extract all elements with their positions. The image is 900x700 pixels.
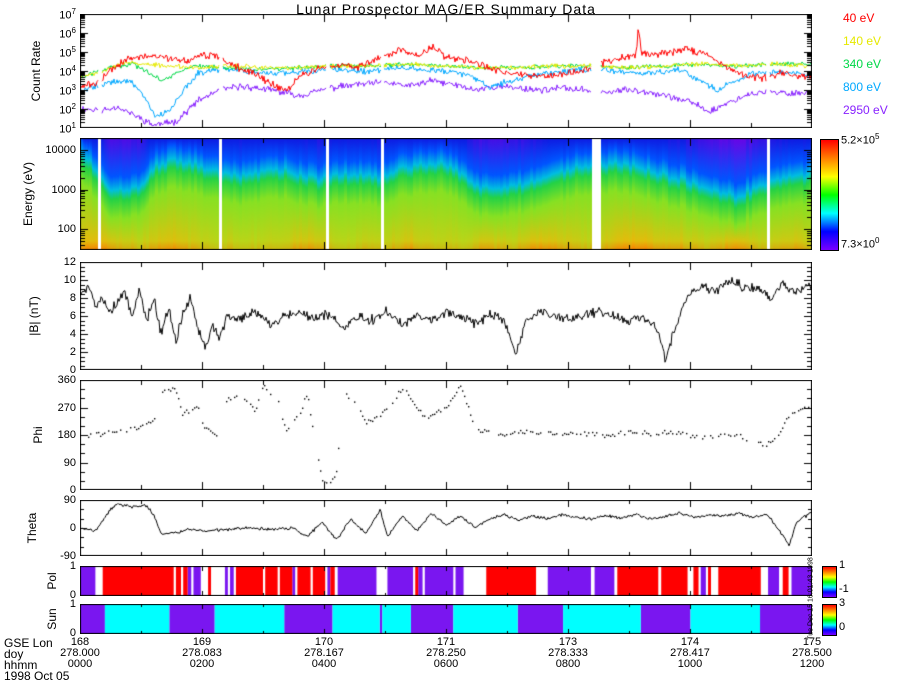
pol-colorbar — [822, 566, 837, 598]
tick-label: 180 — [57, 429, 76, 441]
tick-label: 1000 — [677, 658, 703, 670]
pol-strip — [80, 566, 812, 596]
tick-label: 1 — [69, 598, 76, 610]
tick-label: 100 — [57, 223, 76, 236]
tick-label: 90 — [63, 494, 76, 506]
tick-label: 270 — [57, 401, 76, 414]
tick-label: 106 — [59, 26, 76, 41]
legend-40ev: 40 eV — [843, 11, 875, 25]
sun-colorbar — [822, 604, 837, 636]
xaxis-date: 1998 Oct 05 — [4, 669, 70, 683]
tick-label: 5.2×105 — [841, 132, 880, 147]
bmag-axis-label: |B| (nT) — [27, 296, 41, 336]
theta-axis-label: Theta — [25, 512, 39, 544]
tick-label: 6 — [69, 310, 76, 322]
tick-label: 0 — [839, 621, 846, 633]
tick-label: 0800 — [555, 658, 581, 670]
legend-340ev: 340 eV — [843, 57, 882, 71]
tick-label: 3 — [839, 597, 846, 609]
tick-label: 1200 — [799, 658, 825, 670]
legend-140ev: 140 eV — [843, 34, 882, 48]
bmag-plot — [80, 262, 812, 370]
energy-spectrogram — [80, 138, 812, 250]
legend-800ev: 800 eV — [843, 80, 882, 94]
tick-label: -1 — [839, 583, 849, 595]
spectrogram-colorbar — [820, 139, 839, 251]
count-rate-plot — [80, 14, 812, 128]
tick-label: 10000 — [45, 143, 76, 156]
tick-label: 1 — [839, 559, 846, 571]
tick-label: 12 — [63, 256, 76, 268]
tick-label: 103 — [59, 83, 76, 98]
tick-label: 101 — [59, 121, 76, 136]
tick-label: 0400 — [311, 658, 337, 670]
legend-2950ev: 2950 eV — [843, 103, 888, 117]
tick-label: 102 — [59, 102, 76, 117]
tick-label: 10 — [63, 274, 76, 286]
tick-label: 0 — [69, 522, 76, 534]
lunar-prospector-summary-plot: Lunar Prospector MAG/ER Summary Data Cou… — [0, 0, 900, 700]
tick-label: 1000 — [51, 183, 76, 196]
count-rate-axis-label: Count Rate — [29, 40, 43, 102]
energy-axis-label: Energy (eV) — [21, 161, 35, 227]
phi-plot — [80, 380, 812, 490]
tick-label: 105 — [59, 45, 76, 60]
tick-label: 4 — [69, 328, 76, 340]
theta-plot — [80, 500, 812, 556]
tick-label: 104 — [59, 64, 76, 79]
sun-strip — [80, 604, 812, 634]
tick-label: 360 — [57, 374, 76, 386]
tick-label: 7.3×100 — [841, 236, 880, 251]
tick-label: 0000 — [67, 658, 93, 670]
tick-label: 2 — [69, 346, 76, 358]
tick-label: 107 — [59, 7, 76, 22]
tick-label: 0600 — [433, 658, 459, 670]
tick-label: 90 — [63, 456, 76, 469]
tick-label: 0200 — [189, 658, 215, 670]
tick-label: 8 — [69, 292, 76, 304]
tick-label: 1 — [69, 560, 76, 572]
